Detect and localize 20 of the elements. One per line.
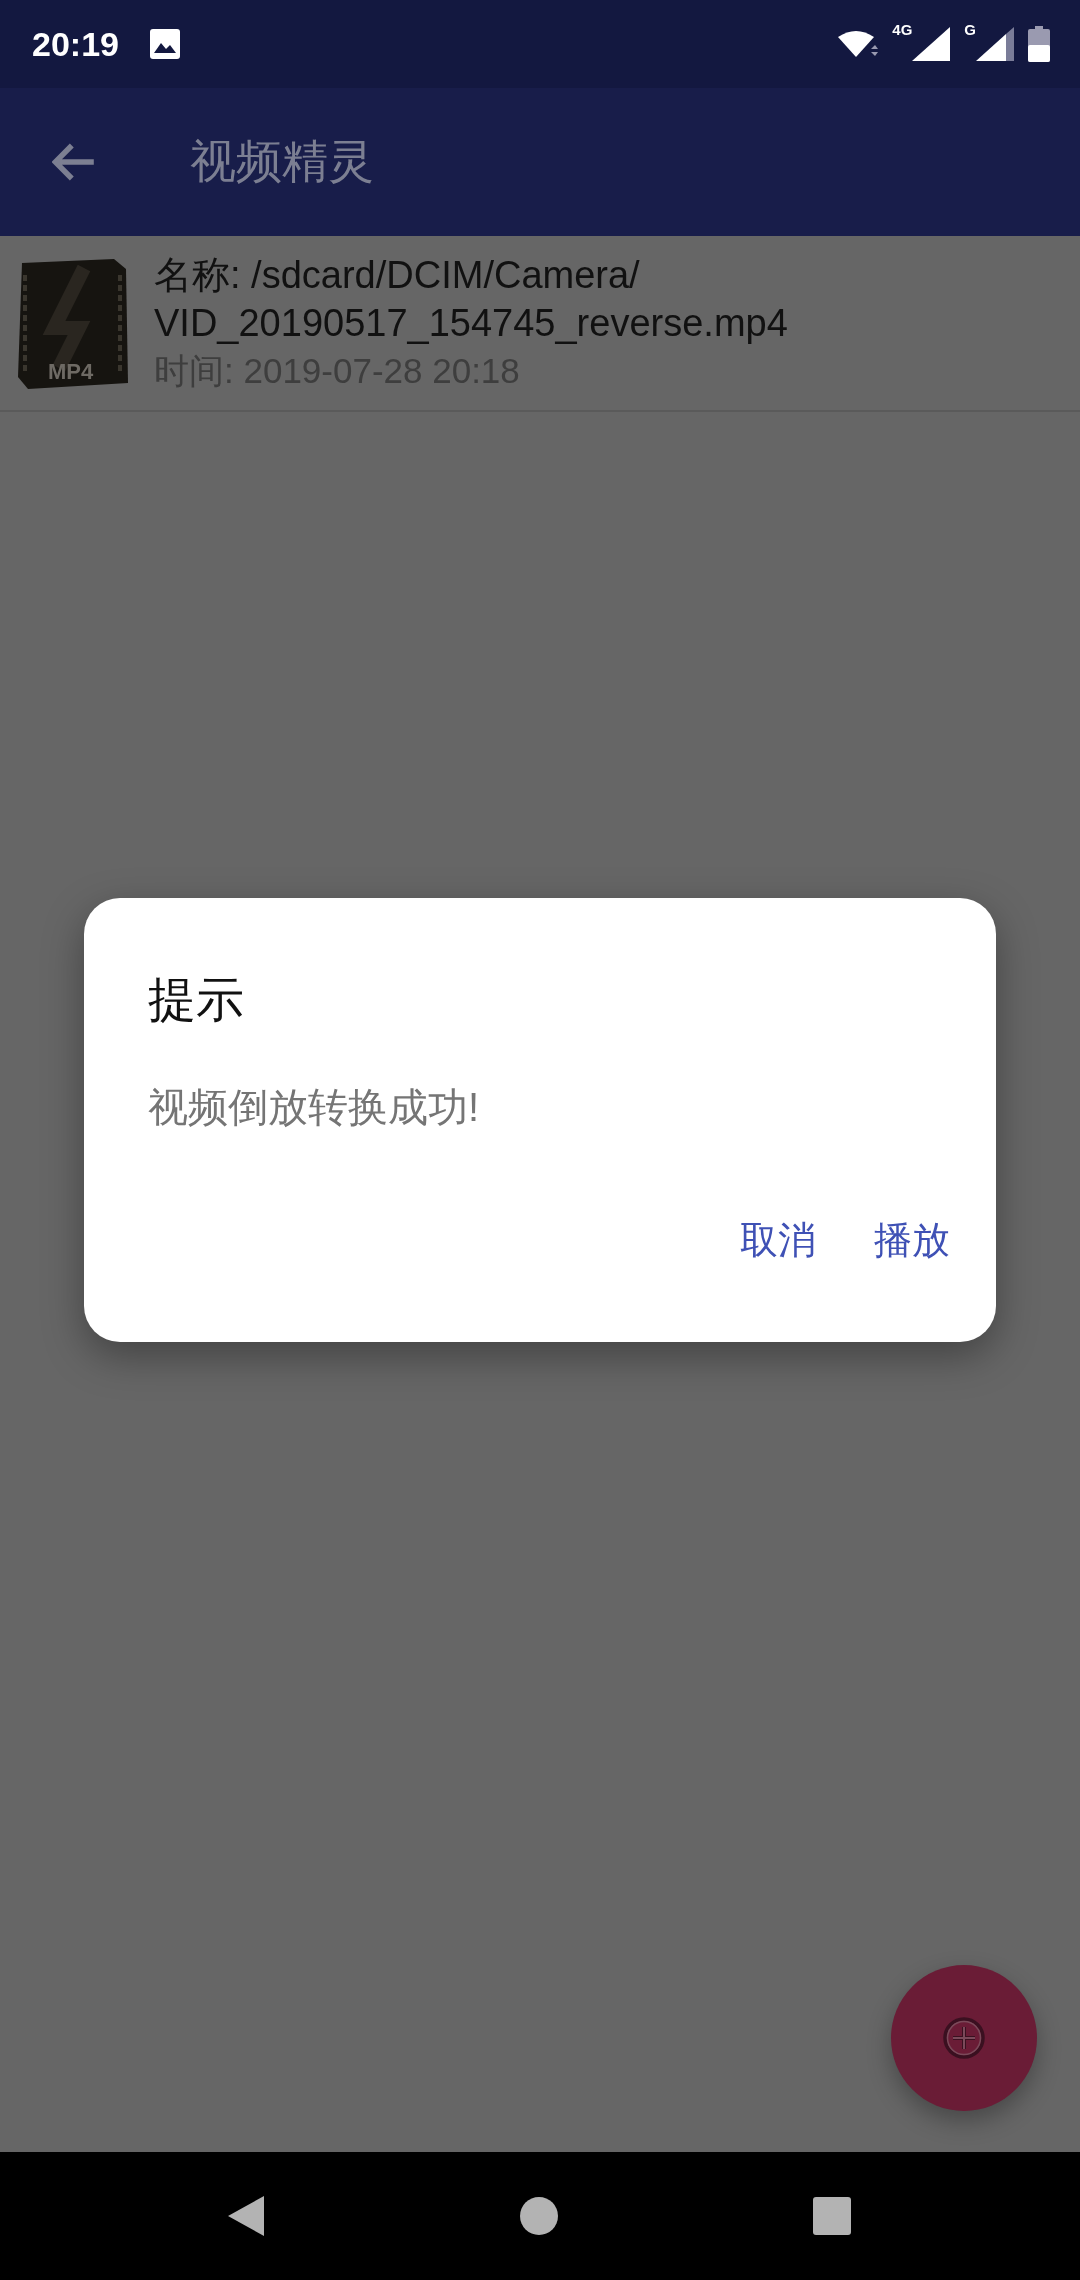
status-time: 20:19 [32,24,119,64]
add-icon [942,2016,986,2060]
recents-icon[interactable] [812,2196,852,2236]
wifi-icon [838,29,879,59]
file-type-label: MP4 [48,359,94,385]
image-icon [148,28,181,60]
dialog-button[interactable]: 播放 [864,1207,960,1274]
app-title: 视频精灵 [190,134,374,189]
network-type-label: 4G [892,21,913,38]
network-type-label: G [964,21,976,38]
battery-icon [1028,26,1050,62]
signal-icon [976,27,1014,61]
back-arrow-icon[interactable] [52,142,96,182]
dialog-button[interactable]: 取消 [730,1207,826,1274]
signal-icon [912,27,951,61]
file-name: 名称: /sdcard/DCIM/Camera/ VID_20190517_154745_reverse.mp4 [154,253,788,346]
back-icon[interactable] [226,2194,266,2238]
dialog-title: 提示 [148,972,244,1028]
dialog-message: 视频倒放转换成功! [148,1084,480,1131]
home-icon[interactable] [519,2196,559,2236]
